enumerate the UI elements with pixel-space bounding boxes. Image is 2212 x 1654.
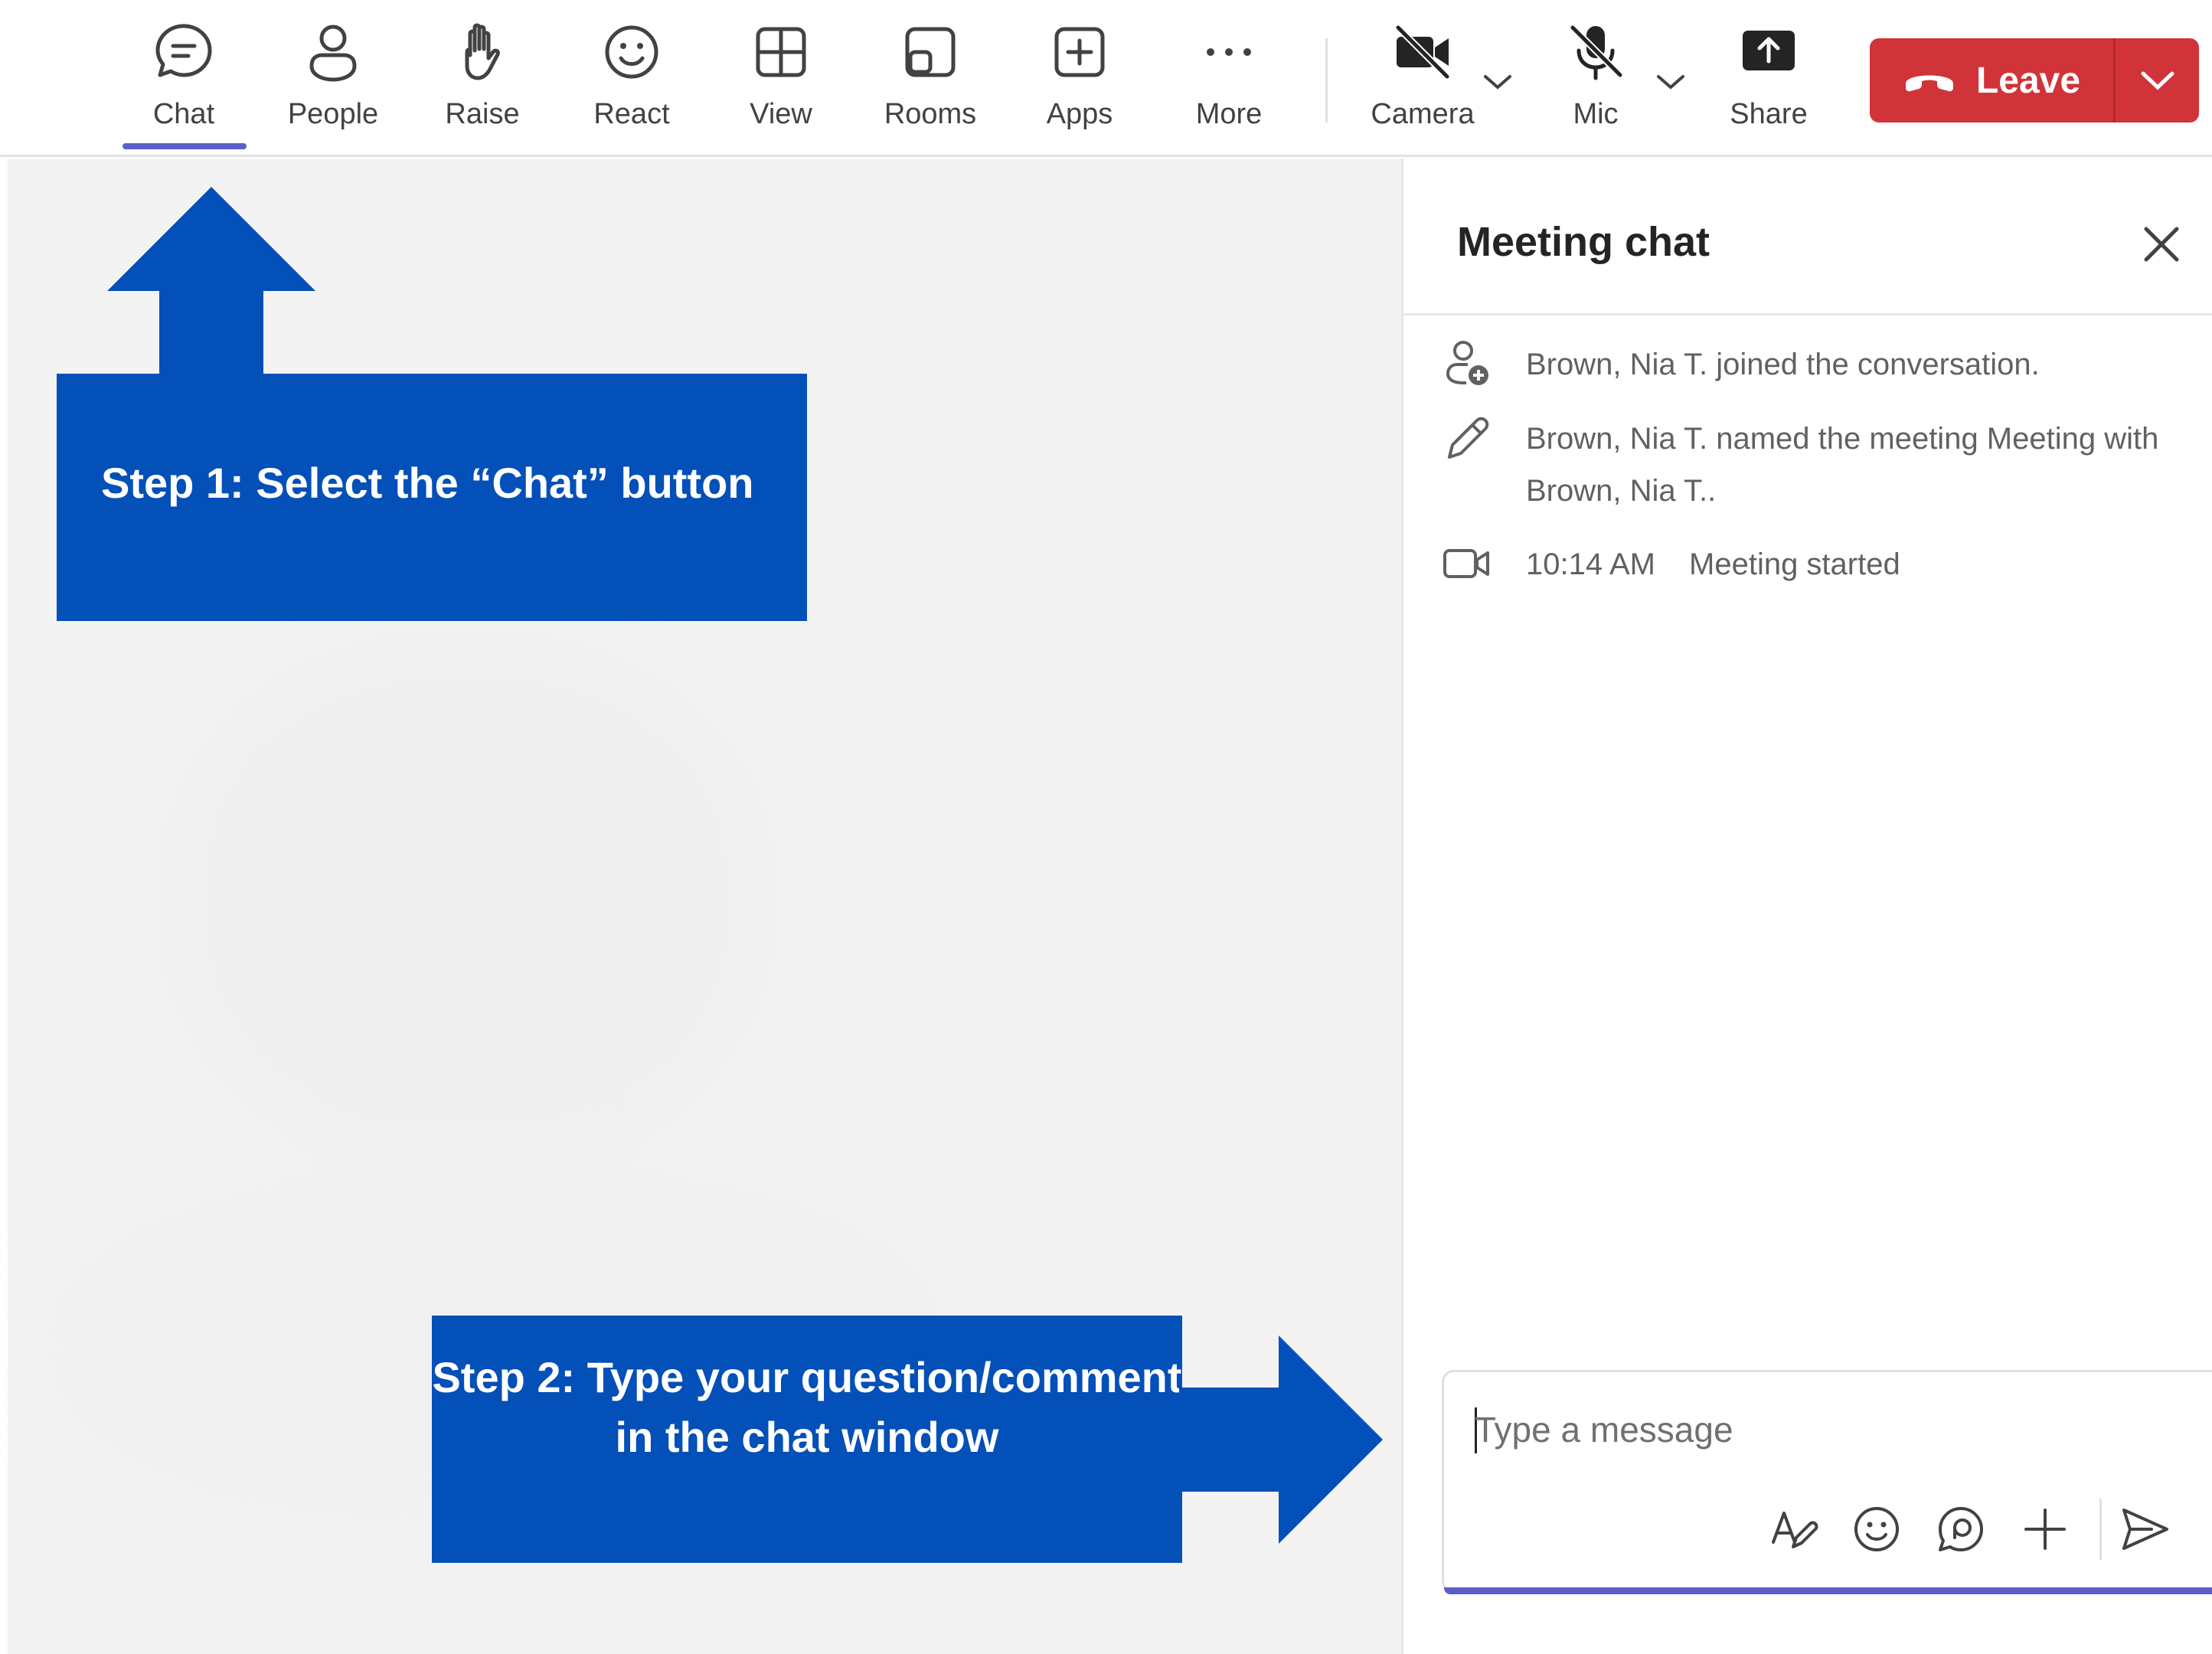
chat-event-joined: Brown, Nia T. joined the conversation.: [1442, 338, 2177, 391]
loop-icon[interactable]: [1934, 1502, 1988, 1556]
compose-focus-bar: [1444, 1587, 2212, 1594]
chat-bubble-icon: [155, 24, 212, 77]
chat-event-text: Brown, Nia T. named the meeting Meeting …: [1526, 422, 2159, 508]
plus-square-icon: [1054, 27, 1105, 77]
mic-button[interactable]: Mic: [1527, 20, 1665, 142]
format-icon[interactable]: [1766, 1502, 1819, 1556]
camera-options-chevron-icon[interactable]: [1481, 70, 1514, 93]
stage-background-shape: [161, 633, 773, 1169]
chat-event-time: 10:14 AM: [1526, 548, 1656, 581]
chat-label: Chat: [152, 98, 215, 130]
camera-button[interactable]: Camera: [1354, 20, 1492, 142]
rooms-button[interactable]: Rooms: [861, 20, 999, 142]
arrow-up-icon: [107, 187, 315, 377]
video-icon: [1443, 549, 1489, 578]
share-tray-icon: [1743, 31, 1795, 70]
raise-label: Raise: [445, 98, 520, 130]
close-icon[interactable]: [2138, 221, 2184, 267]
compose-separator: [2099, 1499, 2102, 1560]
camera-off-icon: [1395, 25, 1450, 80]
camera-label: Camera: [1371, 98, 1475, 130]
chat-event-renamed: Brown, Nia T. named the meeting Meeting …: [1442, 413, 2177, 517]
chat-event-started: 10:14 AM Meeting started: [1442, 538, 1900, 590]
leave-options-button[interactable]: [2116, 38, 2199, 123]
meeting-chat-panel: Meeting chat Brown, Nia T. joined the co…: [1401, 159, 2212, 1654]
apps-button[interactable]: Apps: [1011, 20, 1148, 142]
toolbar-divider: [1325, 38, 1328, 123]
view-label: View: [750, 98, 812, 130]
step2-text: Step 2: Type your question/comment in th…: [432, 1353, 1182, 1461]
meeting-toolbar: Chat People Raise React View Rooms Apps …: [0, 0, 2212, 157]
arrow-right-icon: [1179, 1335, 1383, 1544]
smiley-icon: [605, 25, 658, 79]
share-button[interactable]: Share: [1700, 20, 1838, 142]
message-compose-box: [1442, 1370, 2212, 1594]
mic-off-icon: [1570, 25, 1623, 80]
apps-label: Apps: [1046, 98, 1113, 130]
mic-options-chevron-icon[interactable]: [1654, 70, 1688, 93]
message-input[interactable]: [1475, 1403, 2164, 1456]
chat-panel-title: Meeting chat: [1457, 219, 1710, 265]
chat-panel-header: Meeting chat: [1403, 159, 2212, 315]
step1-text: Step 1: Select the “Chat” button: [101, 459, 754, 507]
emoji-icon[interactable]: [1850, 1502, 1903, 1556]
ellipsis-icon: [1207, 48, 1251, 56]
people-button[interactable]: People: [264, 20, 402, 142]
step1-callout: Step 1: Select the “Chat” button: [57, 374, 807, 621]
rooms-icon: [905, 27, 956, 77]
react-button[interactable]: React: [563, 20, 701, 142]
leave-button-group: Leave: [1870, 38, 2199, 123]
more-button[interactable]: More: [1160, 20, 1298, 142]
mic-label: Mic: [1573, 98, 1619, 130]
person-add-icon: [1446, 341, 1488, 385]
rooms-label: Rooms: [884, 98, 977, 130]
chat-event-text: Brown, Nia T. joined the conversation.: [1526, 348, 2040, 381]
people-label: People: [287, 98, 379, 130]
send-icon[interactable]: [2118, 1502, 2171, 1556]
leave-label: Leave: [1975, 60, 2081, 101]
person-icon: [309, 25, 357, 82]
chat-active-indicator: [123, 143, 247, 149]
more-label: More: [1195, 98, 1263, 130]
view-button[interactable]: View: [712, 20, 850, 142]
step2-callout: Step 2: Type your question/comment in th…: [432, 1316, 1182, 1563]
share-label: Share: [1730, 98, 1808, 130]
grid-icon: [756, 27, 806, 77]
chat-button[interactable]: Chat: [115, 20, 253, 142]
raise-hand-button[interactable]: Raise: [413, 20, 551, 142]
phone-hangup-icon: [1905, 75, 1953, 92]
pencil-icon: [1448, 417, 1489, 459]
hand-icon: [465, 23, 500, 80]
chevron-down-icon: [2141, 71, 2174, 90]
react-label: React: [593, 98, 670, 130]
attach-plus-icon[interactable]: [2018, 1502, 2072, 1556]
leave-button[interactable]: Leave: [1870, 38, 2113, 123]
chat-event-text: Meeting started: [1689, 548, 1900, 581]
